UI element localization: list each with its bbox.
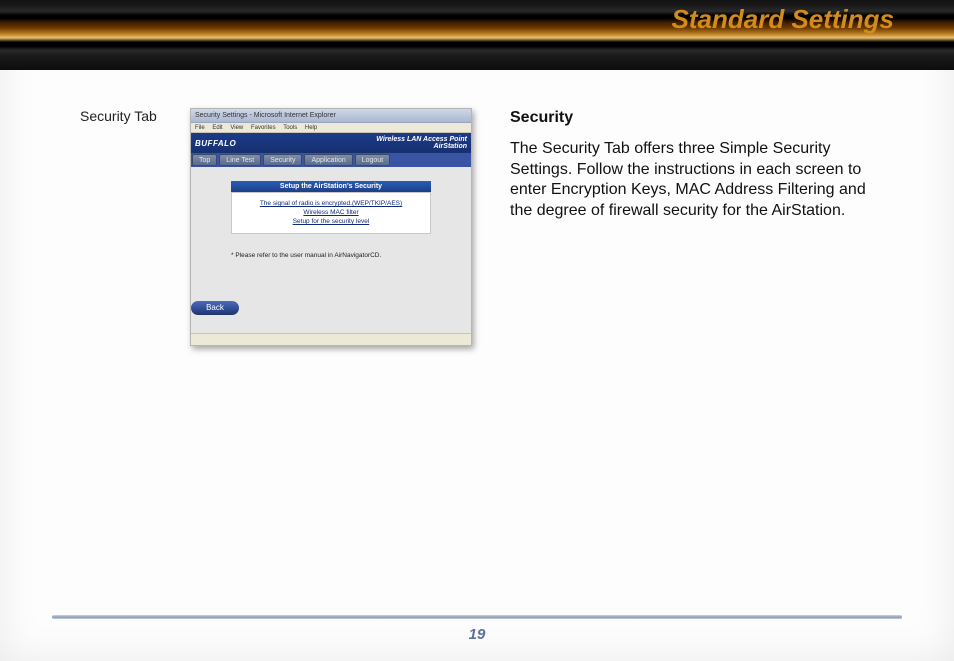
header-band: Standard Settings [0,0,954,70]
link-encryption[interactable]: The signal of radio is encrypted.(WEP/TK… [232,200,430,207]
section-body: The Security Tab offers three Simple Sec… [510,139,890,222]
window-titlebar: Security Settings - Microsoft Internet E… [191,109,471,123]
link-panel: The signal of radio is encrypted.(WEP/TK… [231,192,431,234]
link-security-level[interactable]: Setup for the security level [232,218,430,225]
tab-top[interactable]: Top [192,154,217,166]
screenshot-figure: Security Settings - Microsoft Internet E… [190,108,472,346]
section-heading: Security [510,108,890,129]
footer-rule [52,615,902,619]
menu-file[interactable]: File [195,125,205,131]
menu-view[interactable]: View [230,125,243,131]
description-column: Security The Security Tab offers three S… [510,108,890,222]
menu-edit[interactable]: Edit [212,125,222,131]
tab-security[interactable]: Security [263,154,302,166]
tabs-bar: Top Line Test Security Application Logou… [191,153,471,167]
setup-title: Setup the AirStation's Security [231,181,431,192]
brand-bar: BUFFALO Wireless LAN Access Point AirSta… [191,133,471,153]
page-title: Standard Settings [672,4,894,35]
browser-menubar: File Edit View Favorites Tools Help [191,123,471,133]
brand-product-bottom: AirStation [376,143,467,150]
manual-page: Standard Settings Security Tab Security … [0,0,954,661]
tab-application[interactable]: Application [304,154,352,166]
screenshot-body: Setup the AirStation's Security The sign… [191,167,471,345]
menu-help[interactable]: Help [305,125,317,131]
back-button[interactable]: Back [191,301,239,315]
menu-tools[interactable]: Tools [283,125,297,131]
menu-favorites[interactable]: Favorites [251,125,276,131]
tab-line-test[interactable]: Line Test [219,154,261,166]
brand-logo: BUFFALO [195,139,236,148]
page-number: 19 [0,626,954,643]
brand-product-top: Wireless LAN Access Point [376,136,467,143]
content-area: Security Tab Security Settings - Microso… [0,100,954,601]
tab-logout[interactable]: Logout [355,154,390,166]
browser-statusbar [191,333,471,345]
figure-caption: Security Tab [80,108,157,124]
footnote: * Please refer to the user manual in Air… [231,252,471,259]
brand-product: Wireless LAN Access Point AirStation [376,136,467,150]
link-mac-filter[interactable]: Wireless MAC filter [232,209,430,216]
